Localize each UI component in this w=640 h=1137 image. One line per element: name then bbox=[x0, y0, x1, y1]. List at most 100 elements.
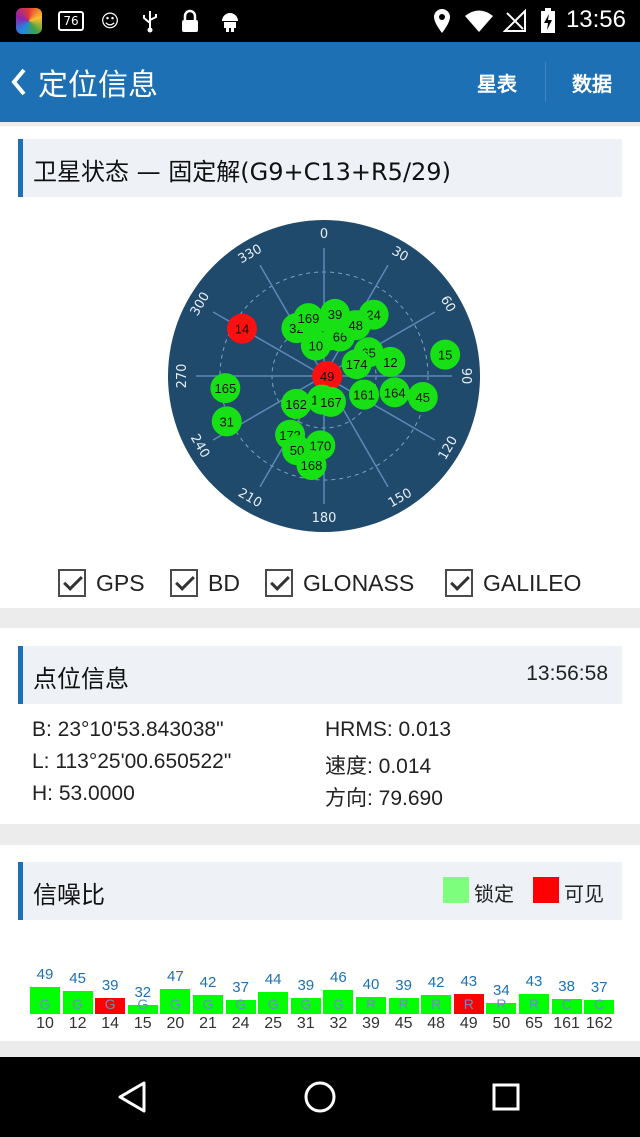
snr-value-label: 37 bbox=[232, 979, 249, 997]
nav-home-button[interactable] bbox=[298, 1075, 342, 1119]
satellite-label: 167 bbox=[320, 395, 342, 410]
satellite-marker: 10 bbox=[300, 330, 331, 361]
snr-value-label: 49 bbox=[36, 966, 54, 984]
satellite-marker: 162 bbox=[281, 388, 312, 419]
snr-value-label: 43 bbox=[460, 972, 478, 990]
satellite-label: 168 bbox=[301, 458, 323, 473]
snr-value-label: 44 bbox=[264, 971, 282, 989]
back-triangle-icon bbox=[118, 1081, 146, 1113]
glonass-checkbox[interactable]: GLONASS bbox=[265, 567, 414, 599]
android-icon bbox=[218, 8, 242, 34]
snr-satellite-id: 162 bbox=[585, 1015, 613, 1032]
satellite-label: 48 bbox=[349, 318, 363, 333]
status-bar: 76 ☺ 13:56 bbox=[0, 0, 640, 42]
legend-visible-label: 可见 bbox=[564, 882, 604, 906]
snr-value-label: 42 bbox=[199, 973, 217, 991]
back-button[interactable] bbox=[8, 66, 32, 98]
satellite-label: 161 bbox=[353, 388, 375, 403]
hrms-value: HRMS: 0.013 bbox=[325, 718, 452, 741]
usb-icon bbox=[138, 8, 162, 34]
longitude-value: L: 113°25'00.650522" bbox=[32, 750, 232, 773]
azimuth-label-0: 0 bbox=[320, 227, 328, 242]
galileo-checkbox-box[interactable] bbox=[445, 569, 473, 597]
latitude-value: B: 23°10'53.843038" bbox=[32, 718, 224, 741]
satellite-status-title: 卫星状态 — 固定解(G9+C13+R5/29) bbox=[33, 158, 451, 186]
signal-off-icon bbox=[502, 8, 528, 34]
snr-system-label: R bbox=[398, 996, 409, 1012]
legend-locked-swatch bbox=[443, 877, 469, 903]
bd-checkbox-box[interactable] bbox=[170, 569, 198, 597]
star-chart-button[interactable]: 星表 bbox=[477, 68, 517, 97]
snr-system-label: G bbox=[235, 996, 247, 1012]
satellite-marker: 165 bbox=[210, 373, 241, 404]
recents-square-icon bbox=[492, 1083, 520, 1111]
satellite-label: 162 bbox=[285, 397, 307, 412]
snr-system-label: R bbox=[463, 996, 474, 1012]
snr-system-label: G bbox=[72, 996, 84, 1012]
snr-value-label: 39 bbox=[101, 976, 119, 994]
data-button[interactable]: 数据 bbox=[572, 68, 612, 97]
clock: 13:56 bbox=[565, 6, 626, 33]
satellite-label: 169 bbox=[298, 311, 320, 326]
snr-system-label: R bbox=[431, 996, 442, 1012]
wifi-icon bbox=[464, 8, 494, 34]
point-info-time: 13:56:58 bbox=[526, 662, 608, 685]
snr-value-label: 37 bbox=[590, 979, 608, 997]
face-icon: ☺ bbox=[100, 10, 120, 32]
snr-header: 信噪比 bbox=[18, 862, 622, 920]
satellite-label: 49 bbox=[320, 369, 334, 384]
snr-system-label: R bbox=[365, 996, 377, 1012]
home-circle-icon bbox=[304, 1081, 336, 1113]
snr-title: 信噪比 bbox=[33, 881, 105, 909]
satellite-marker: 174 bbox=[341, 349, 372, 380]
snr-value-label: 47 bbox=[167, 968, 184, 986]
snr-system-label: R bbox=[496, 996, 507, 1012]
snr-chart: 49 G 10 45 G 12 39 G 14 32 G 15 47 G 20 42 G 21 37 G 24 44 G 25… bbox=[0, 928, 640, 1038]
snr-value-label: 39 bbox=[297, 976, 315, 994]
snr-system-label: C bbox=[594, 996, 605, 1012]
satellite-marker: 15 bbox=[430, 339, 461, 370]
satellite-marker: 45 bbox=[407, 381, 438, 412]
divider bbox=[545, 62, 546, 102]
page-title: 定位信息 bbox=[38, 68, 158, 103]
app-bar: 定位信息 星表 数据 bbox=[0, 42, 640, 122]
satellite-label: 165 bbox=[214, 381, 236, 396]
satellite-marker: 167 bbox=[315, 386, 346, 417]
snr-system-label: R bbox=[528, 996, 540, 1012]
satellite-status-header: 卫星状态 — 固定解(G9+C13+R5/29) bbox=[18, 139, 622, 197]
nav-recents-button[interactable] bbox=[484, 1075, 528, 1119]
snr-value-label: 45 bbox=[69, 970, 86, 988]
legend-locked-label: 锁定 bbox=[474, 882, 514, 906]
snr-value-label: 38 bbox=[558, 977, 575, 995]
nav-back-button[interactable] bbox=[112, 1077, 156, 1117]
sky-plot: 0 30 60 90 120 150 180 210 240 270 300 3… bbox=[168, 220, 480, 532]
satellite-marker: 168 bbox=[296, 450, 327, 481]
battery-charging-icon bbox=[538, 8, 558, 34]
satellite-marker: 161 bbox=[349, 379, 380, 410]
glonass-checkbox-box[interactable] bbox=[265, 569, 293, 597]
snr-system-label: G bbox=[202, 996, 214, 1012]
notification-badge-count: 76 bbox=[58, 11, 84, 31]
gps-checkbox-box[interactable] bbox=[58, 569, 86, 597]
snr-value-label: 42 bbox=[427, 973, 445, 991]
gps-checkbox[interactable]: GPS bbox=[58, 567, 145, 599]
satellite-label: 14 bbox=[235, 322, 249, 337]
app-icon bbox=[14, 8, 44, 34]
snr-system-label: G bbox=[104, 996, 116, 1012]
satellite-marker: 12 bbox=[375, 346, 406, 377]
location-icon bbox=[430, 8, 454, 34]
height-value: H: 53.0000 bbox=[32, 782, 135, 805]
lock-icon bbox=[178, 8, 202, 34]
galileo-checkbox[interactable]: GALILEO bbox=[445, 567, 581, 599]
snr-value-label: 46 bbox=[330, 969, 347, 987]
bd-checkbox[interactable]: BD bbox=[170, 567, 240, 599]
satellite-marker: 14 bbox=[227, 313, 258, 344]
snr-system-label: G bbox=[39, 996, 51, 1012]
galileo-checkbox-label: GALILEO bbox=[483, 569, 582, 596]
snr-value-label: 39 bbox=[395, 976, 412, 994]
satellite-label: 31 bbox=[220, 414, 234, 429]
snr-value-label: 40 bbox=[362, 975, 380, 993]
navigation-bar bbox=[0, 1057, 640, 1137]
bd-checkbox-label: BD bbox=[208, 569, 240, 596]
satellite-marker: 31 bbox=[211, 406, 242, 437]
